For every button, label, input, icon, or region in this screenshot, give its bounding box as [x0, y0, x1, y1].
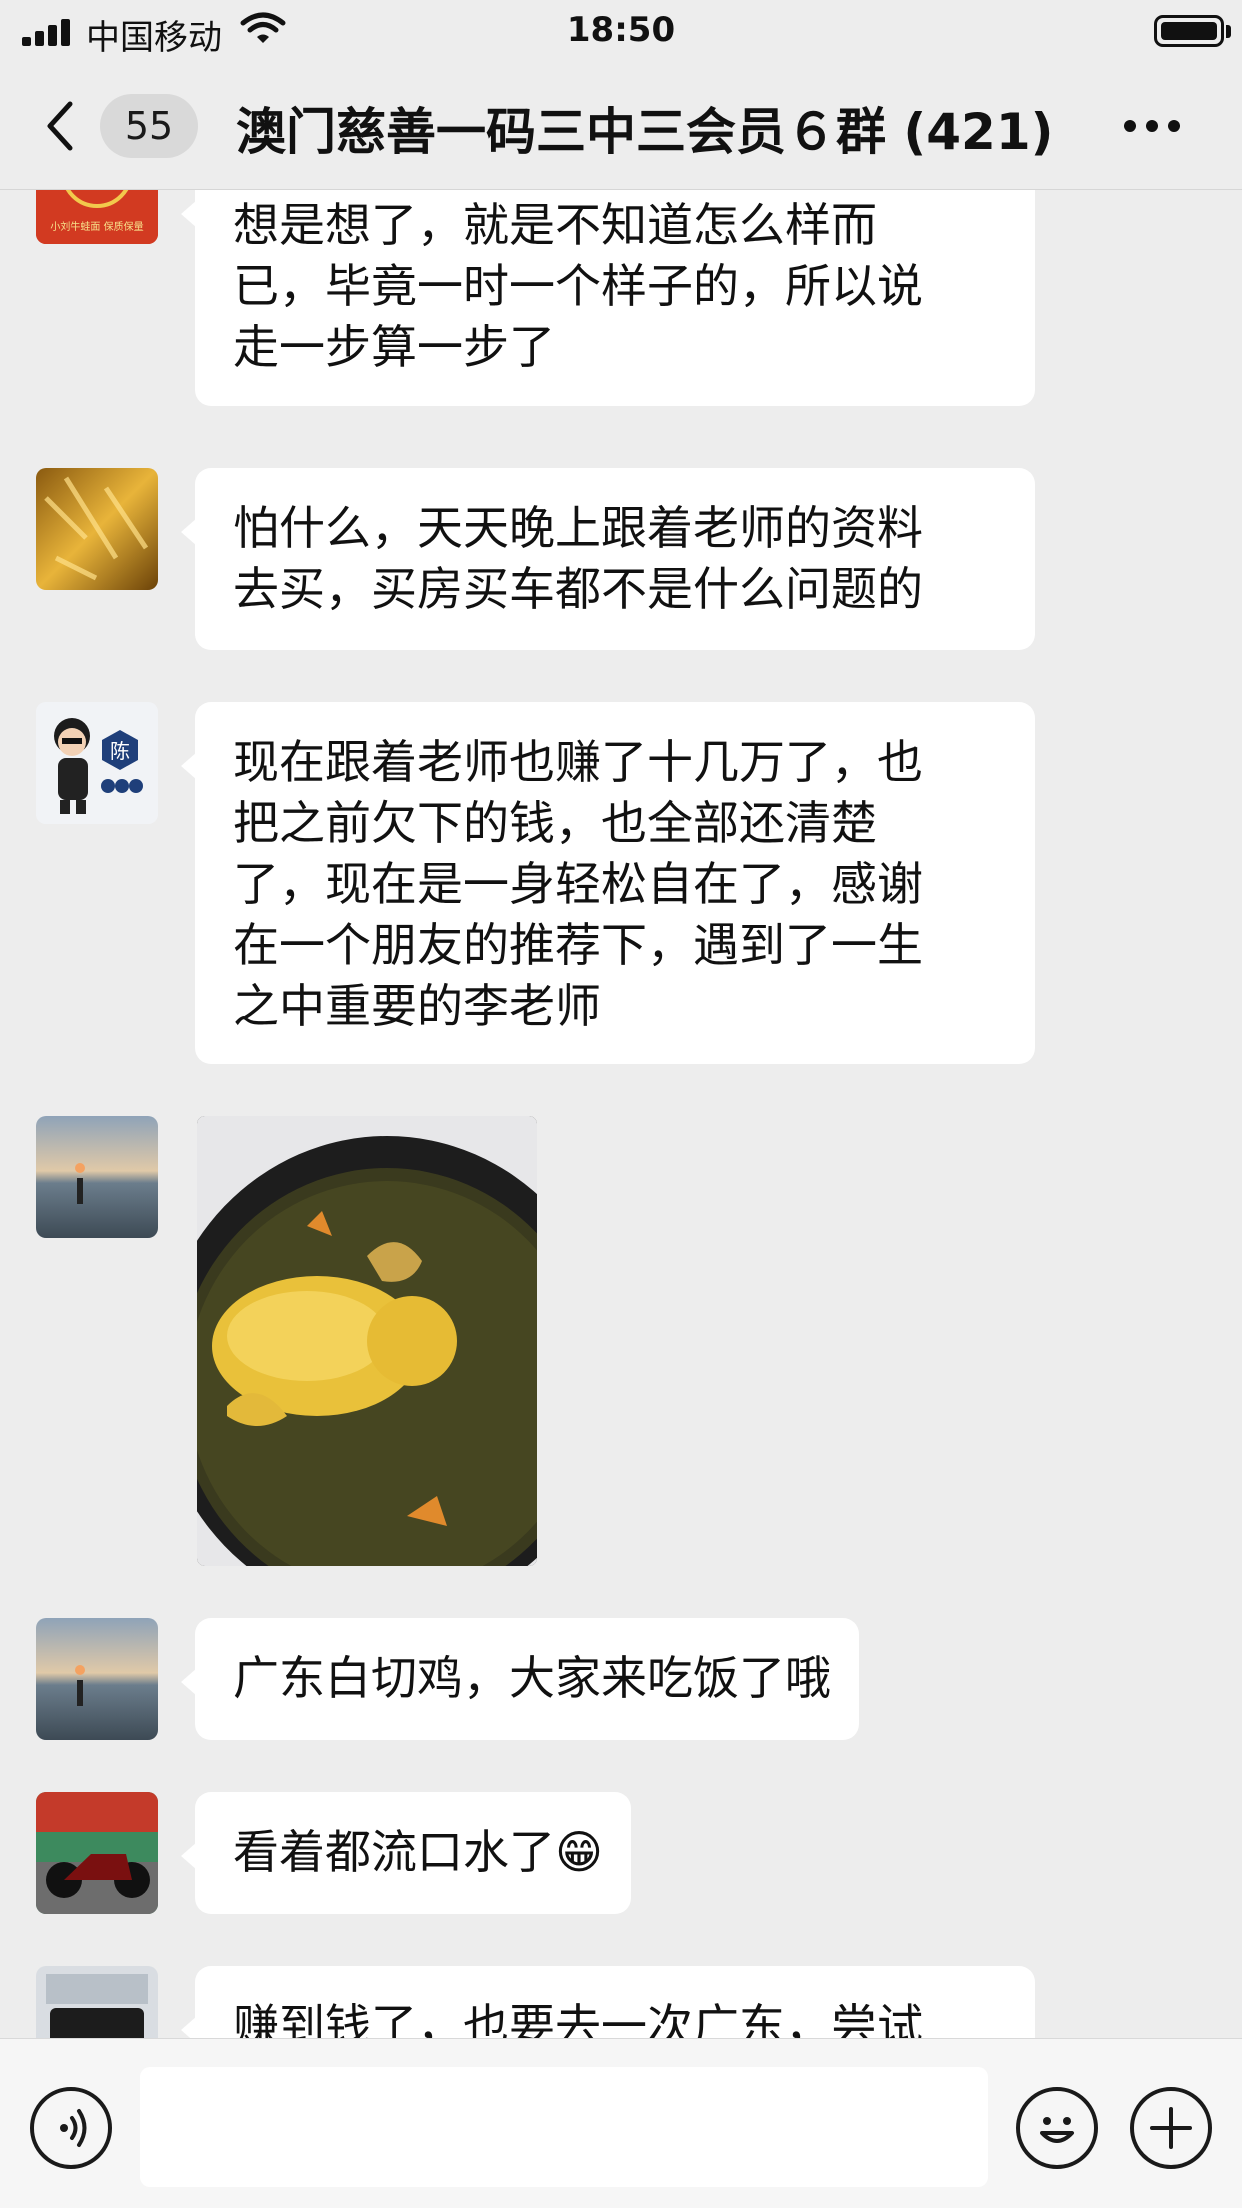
- message-bubble[interactable]: 怕什么，天天晚上跟着老师的资料 去买，买房买车都不是什么问题的: [181, 468, 1035, 650]
- avatar[interactable]: 陈: [36, 702, 158, 824]
- unread-count-badge[interactable]: 55: [100, 94, 198, 158]
- emoji-button[interactable]: [1016, 2087, 1098, 2169]
- message-text: 在一个朋友的推荐下，遇到了一生: [233, 918, 923, 972]
- message-text: 想是想了，就是不知道怎么样而: [233, 198, 877, 252]
- plus-icon: [1150, 2107, 1192, 2149]
- avatar[interactable]: [36, 1966, 158, 2038]
- avatar[interactable]: [36, 1116, 158, 1238]
- message-text: 广东白切鸡，大家来吃饭了哦: [233, 1651, 831, 1705]
- message-bubble[interactable]: 想是想了，就是不知道怎么样而 已，毕竟一时一个样子的，所以说 走一步算一步了: [181, 190, 1035, 406]
- message-text: 看着都流口水了: [233, 1825, 555, 1879]
- beach-sunset-avatar-icon: [36, 1618, 158, 1740]
- battery-icon: [1154, 15, 1224, 47]
- message-text: 了，现在是一身轻松自在了，感谢: [233, 857, 923, 911]
- chat-image[interactable]: [197, 1116, 537, 1566]
- message-text: 之中重要的李老师: [233, 979, 601, 1033]
- message-bubble[interactable]: 广东白切鸡，大家来吃饭了哦: [181, 1618, 859, 1740]
- avatar[interactable]: [36, 468, 158, 590]
- more-options-icon[interactable]: [1124, 120, 1180, 134]
- input-bar: [0, 2038, 1242, 2208]
- message-input[interactable]: [140, 2067, 988, 2187]
- status-bar: 中国移动 18:50: [0, 0, 1242, 62]
- message-text: 怕什么，天天晚上跟着老师的资料: [233, 501, 923, 555]
- back-icon[interactable]: [40, 98, 80, 154]
- avatar[interactable]: [36, 1792, 158, 1914]
- message-bubble[interactable]: 现在跟着老师也赚了十几万了，也 把之前欠下的钱，也全部还清楚 了，现在是一身轻松…: [181, 702, 1035, 1064]
- svg-text:刘: 刘: [78, 190, 116, 195]
- svg-text:陈: 陈: [110, 739, 130, 763]
- clock: 18:50: [566, 10, 676, 50]
- message-text: 赚到钱了，也要去一次广东，尝试: [233, 1999, 923, 2038]
- white-cut-chicken-photo-icon: [197, 1116, 537, 1566]
- beach-sunset-avatar-icon: [36, 1116, 158, 1238]
- message-bubble[interactable]: 赚到钱了，也要去一次广东，尝试: [181, 1966, 1035, 2038]
- nav-bar: 55 澳门慈善一码三中三会员６群 (421): [0, 62, 1242, 190]
- avatar[interactable]: [36, 1618, 158, 1740]
- battery-cap: [1226, 25, 1231, 38]
- chat-title: 澳门慈善一码三中三会员６群 (421): [236, 103, 1054, 161]
- message-bubble[interactable]: 看着都流口水了😁: [181, 1792, 631, 1914]
- message-line: 看着都流口水了😁: [233, 1822, 603, 1883]
- svg-text:小刘牛蛙面 保质保量: 小刘牛蛙面 保质保量: [50, 220, 143, 233]
- message-text: 把之前欠下的钱，也全部还清楚: [233, 796, 877, 850]
- golden-leaves-avatar-icon: [36, 468, 158, 590]
- avatar[interactable]: 刘 小刘牛蛙面 保质保量: [36, 190, 158, 244]
- message-text: 走一步算一步了: [233, 320, 555, 374]
- car-avatar-icon: [36, 1966, 158, 2038]
- voice-input-button[interactable]: [30, 2087, 112, 2169]
- chat-message-list[interactable]: 刘 小刘牛蛙面 保质保量 想是想了，就是不知道怎么样而 已，毕竟一时一个样子的，…: [0, 190, 1242, 2038]
- red-avatar-liu-icon: 刘 小刘牛蛙面 保质保量: [36, 190, 158, 244]
- voice-icon: [60, 2109, 87, 2147]
- smiley-icon: [1040, 2117, 1074, 2143]
- message-text: 去买，买房买车都不是什么问题的: [233, 562, 923, 616]
- message-text: 已，毕竟一时一个样子的，所以说: [233, 259, 923, 313]
- message-text: 现在跟着老师也赚了十几万了，也: [233, 735, 923, 789]
- cartoon-chen-avatar-icon: 陈: [36, 702, 158, 824]
- grinning-emoji: 😁: [555, 1825, 603, 1879]
- more-functions-button[interactable]: [1130, 2087, 1212, 2169]
- motorcycle-avatar-icon: [36, 1792, 158, 1914]
